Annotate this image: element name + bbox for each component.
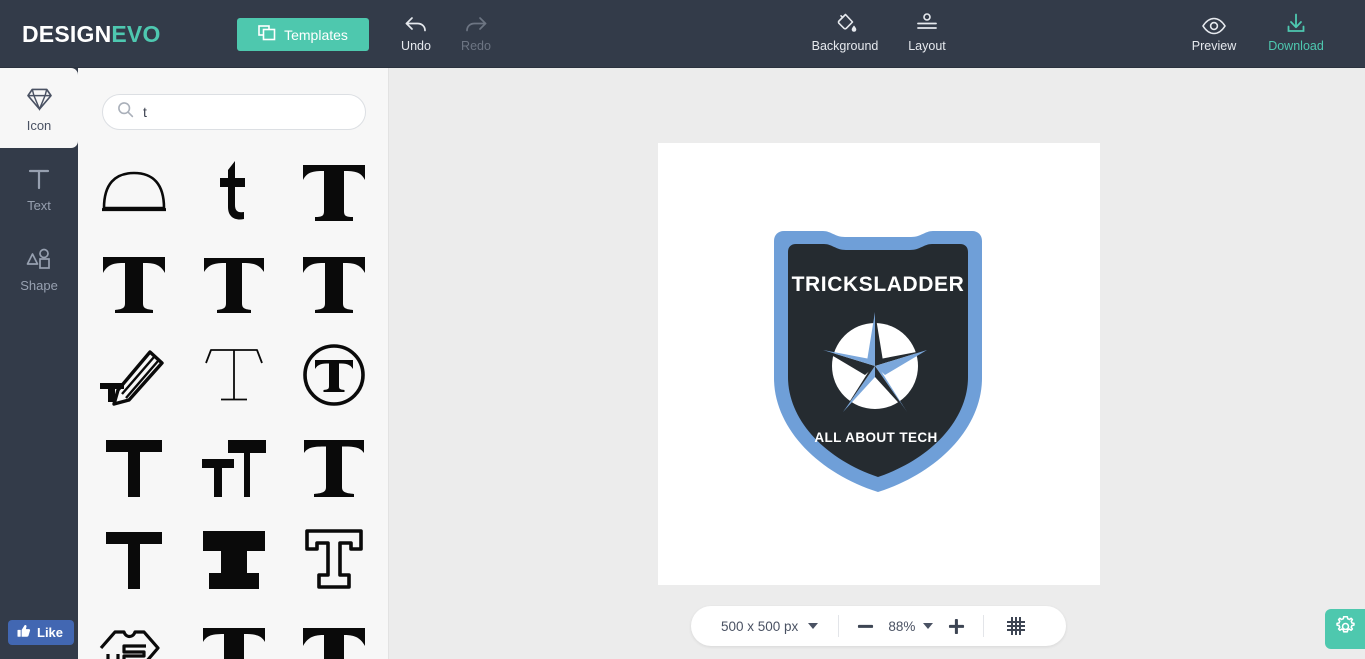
shapes-icon [25, 244, 53, 274]
search-icon [117, 101, 134, 123]
layout-label: Layout [908, 39, 946, 53]
canvas-size-value: 500 x 500 px [721, 618, 799, 634]
top-header-bar: DESIGNEVO Templates Undo Redo Background… [0, 0, 1365, 68]
like-label: Like [37, 625, 64, 640]
icon-result-lowercase-t[interactable] [188, 145, 280, 237]
redo-label: Redo [461, 39, 491, 53]
left-tool-rail: Icon Text Shape [0, 68, 78, 659]
redo-arrow-icon [464, 10, 488, 36]
canvas-bottom-toolbar: 500 x 500 px 88% [691, 606, 1066, 646]
undo-label: Undo [401, 39, 431, 53]
canvas-workspace: TRICKSLADDER ALL ABOUT TECH 500 x 500 px… [389, 68, 1365, 659]
sidebar-item-text[interactable]: Text [0, 148, 78, 228]
zoom-level-value: 88% [888, 618, 916, 634]
icon-result-serif-t[interactable] [88, 237, 180, 329]
logo-text-accent: EVO [111, 21, 161, 47]
zoom-in-button[interactable] [948, 618, 965, 635]
toggle-grid-button[interactable] [984, 616, 1048, 636]
logo-artwork[interactable]: TRICKSLADDER ALL ABOUT TECH [763, 228, 993, 498]
icon-result-serif-t-thin[interactable] [188, 605, 280, 659]
icon-result-serif-t-alt[interactable] [288, 237, 380, 329]
icon-results-grid [88, 145, 380, 659]
icon-result-outline-serif-t[interactable] [288, 513, 380, 605]
download-arrow-icon [1284, 10, 1308, 36]
sidebar-item-shape-label: Shape [20, 278, 58, 293]
chevron-down-icon [808, 623, 819, 629]
layout-icon [915, 10, 939, 36]
icon-result-sans-t[interactable] [88, 421, 180, 513]
icon-library-panel [78, 68, 389, 659]
eye-icon [1201, 10, 1227, 36]
layout-button[interactable]: Layout [890, 10, 964, 60]
design-canvas[interactable]: TRICKSLADDER ALL ABOUT TECH [658, 143, 1100, 585]
chevron-down-icon [923, 623, 934, 629]
icon-result-bold-t-curved[interactable] [288, 605, 380, 659]
icon-result-light-serif-t[interactable] [188, 237, 280, 329]
icon-result-heavy-slab-t[interactable] [188, 513, 280, 605]
search-input[interactable] [143, 104, 343, 120]
diamond-icon [26, 84, 53, 114]
logo-text-main: DESIGN [22, 21, 112, 47]
preview-button[interactable]: Preview [1177, 10, 1251, 60]
icon-result-circled-t[interactable] [288, 329, 380, 421]
sidebar-item-icon-label: Icon [26, 118, 52, 133]
facebook-like-button[interactable]: Like [8, 620, 75, 645]
canvas-size-selector[interactable]: 500 x 500 px [691, 619, 838, 634]
zoom-controls: 88% [839, 618, 983, 635]
app-logo[interactable]: DESIGNEVO [22, 21, 161, 48]
icon-result-pencil-text[interactable] [88, 329, 180, 421]
icon-result-thin-serif-t[interactable] [188, 329, 280, 421]
icon-result-text-size[interactable] [188, 421, 280, 513]
settings-button[interactable] [1325, 609, 1365, 649]
sidebar-item-text-label: Text [27, 198, 51, 213]
background-button[interactable]: Background [806, 10, 884, 60]
icon-result-bold-serif-t[interactable] [288, 145, 380, 237]
download-button[interactable]: Download [1259, 10, 1333, 60]
undo-arrow-icon [404, 10, 428, 36]
zoom-out-button[interactable] [857, 618, 874, 635]
sidebar-item-icon[interactable]: Icon [0, 68, 78, 148]
sidebar-item-shape[interactable]: Shape [0, 228, 78, 308]
icon-result-sans-t-bold[interactable] [88, 513, 180, 605]
background-label: Background [811, 39, 879, 53]
logo-tagline: ALL ABOUT TECH [814, 430, 937, 445]
preview-label: Preview [1191, 39, 1237, 53]
zoom-level-selector[interactable]: 88% [888, 619, 934, 634]
icon-result-dome-outline[interactable] [88, 145, 180, 237]
icon-result-slab-serif-t[interactable] [288, 421, 380, 513]
logo-title: TRICKSLADDER [792, 273, 965, 296]
redo-button[interactable]: Redo [439, 10, 513, 60]
search-box[interactable] [102, 94, 366, 130]
gear-icon [1334, 615, 1357, 643]
templates-button[interactable]: Templates [237, 18, 369, 51]
paint-bucket-icon [833, 10, 857, 36]
download-label: Download [1268, 39, 1324, 53]
text-t-icon [26, 164, 52, 194]
thumbs-up-icon [17, 624, 31, 641]
designevo-editor: DESIGNEVO Templates Undo Redo Background… [0, 0, 1365, 659]
templates-label: Templates [284, 26, 348, 43]
templates-icon [258, 25, 276, 44]
icon-result-text-box[interactable] [88, 605, 180, 659]
